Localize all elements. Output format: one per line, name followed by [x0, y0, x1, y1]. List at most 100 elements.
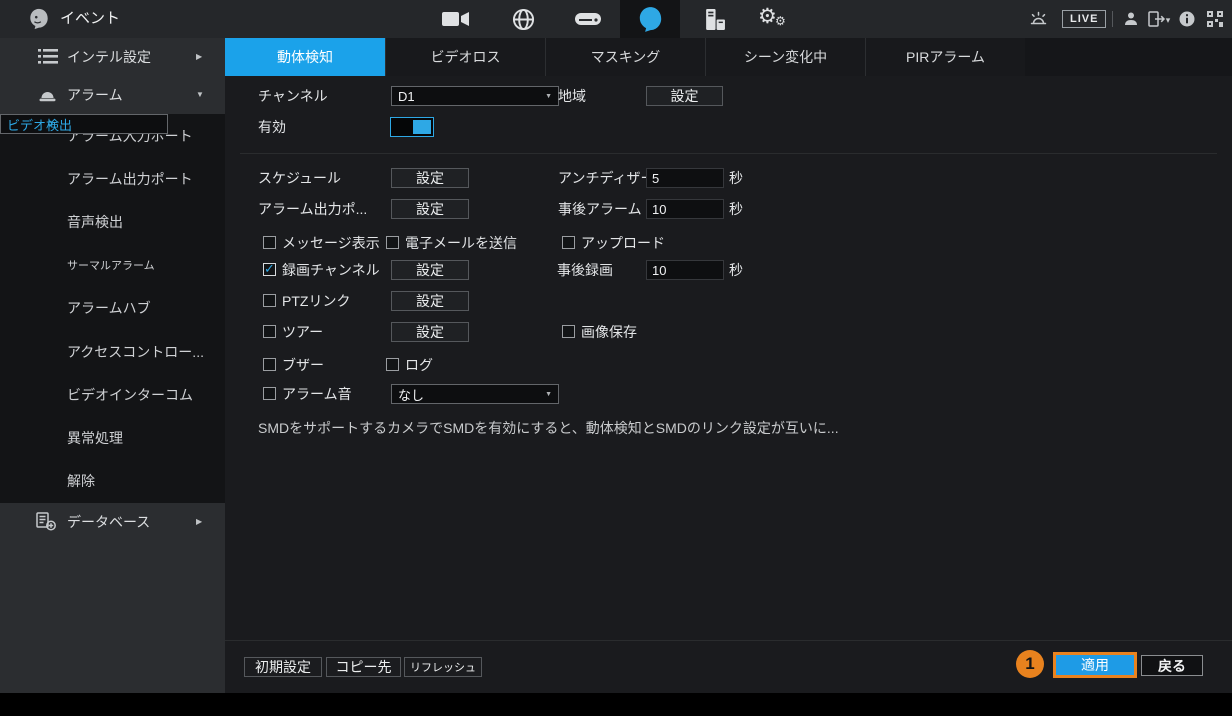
upload-label: アップロード — [581, 233, 665, 253]
alarm-output-setting-button[interactable]: 設定 — [391, 199, 469, 219]
qr-code-icon[interactable] — [1206, 0, 1224, 38]
chevron-right-icon — [196, 38, 202, 76]
chevron-down-icon — [545, 391, 552, 398]
show-message-label: メッセージ表示 — [282, 233, 380, 253]
alarm-output-row: アラーム出力ポ... 設定 事後アラーム 秒 — [225, 199, 1232, 219]
live-badge[interactable]: LIVE — [1062, 10, 1106, 28]
chevron-down-icon — [196, 76, 204, 114]
schedule-setting-button[interactable]: 設定 — [391, 168, 469, 188]
back-button[interactable]: 戻る — [1141, 655, 1203, 676]
region-setting-button[interactable]: 設定 — [646, 86, 723, 106]
logout-caret-icon — [1166, 10, 1171, 28]
sidebar-item-label: アラーム出力ポート — [67, 169, 193, 189]
send-email-checkbox[interactable] — [386, 236, 399, 249]
camera-icon[interactable] — [440, 0, 470, 38]
log-label: ログ — [405, 355, 433, 375]
copy-to-button[interactable]: コピー先 — [326, 657, 401, 677]
section-divider — [240, 153, 1217, 154]
tour-setting-button[interactable]: 設定 — [391, 322, 469, 342]
record-channel-setting-button[interactable]: 設定 — [391, 260, 469, 280]
send-email-label: 電子メールを送信 — [405, 233, 517, 253]
sidebar-item-label: サーマルアラーム — [67, 257, 155, 273]
sidebar-item-database[interactable]: データベース — [0, 503, 225, 541]
alarm-bell-icon — [38, 86, 57, 108]
sidebar-bottom-section: データベース — [0, 503, 225, 693]
tab-masking[interactable]: マスキング — [545, 38, 705, 76]
sidebar-item-audio-detection[interactable]: 音声検出 — [0, 200, 225, 243]
post-alarm-input[interactable] — [646, 199, 724, 219]
record-channel-checkbox[interactable] — [263, 263, 276, 276]
anti-dither-label: アンチディザー — [558, 168, 654, 188]
anti-dither-input[interactable] — [646, 168, 724, 188]
sidebar-item-video-intercom[interactable]: ビデオインターコム — [0, 373, 225, 416]
chevron-right-icon — [196, 503, 202, 541]
ptz-setting-button[interactable]: 設定 — [391, 291, 469, 311]
main-panel: 動体検知 ビデオロス マスキング シーン変化中 PIRアラーム チャンネル D1… — [225, 38, 1232, 693]
enable-toggle[interactable] — [390, 117, 434, 137]
refresh-button[interactable]: リフレッシュ — [404, 657, 482, 677]
event-face-icon[interactable] — [635, 0, 665, 38]
page-title: イベント — [60, 0, 120, 38]
sidebar-item-thermal-alarm[interactable]: サーマルアラーム — [0, 244, 225, 287]
tab-motion-detection[interactable]: 動体検知 — [225, 38, 385, 76]
post-record-input[interactable] — [646, 260, 724, 280]
sidebar-item-alarm[interactable]: アラーム — [0, 76, 225, 114]
save-picture-label: 画像保存 — [581, 322, 637, 342]
sidebar-item-video-detection[interactable]: ビデオ検出 — [0, 114, 168, 134]
ptz-link-label: PTZリンク — [282, 291, 350, 311]
chevron-down-icon — [545, 93, 552, 100]
ptz-link-row: PTZリンク 設定 — [225, 291, 1232, 311]
sidebar-item-label: データベース — [67, 503, 150, 541]
sidebar-item-disarm[interactable]: 解除 — [0, 460, 225, 503]
channel-select[interactable]: D1 — [391, 86, 559, 106]
sidebar-item-alarm-hub[interactable]: アラームハブ — [0, 287, 225, 330]
alarm-submenu: アラーム入力ポート アラーム出力ポート ビデオ検出 音声検出 サーマルアラーム … — [0, 114, 225, 503]
alarm-tone-checkbox[interactable] — [263, 387, 276, 400]
tour-checkbox[interactable] — [263, 325, 276, 338]
sidebar-item-intel-settings[interactable]: インテル設定 — [0, 38, 225, 76]
database-icon — [36, 512, 57, 536]
device-rack-icon[interactable] — [700, 0, 728, 38]
alarm-siren-icon[interactable] — [1028, 0, 1048, 38]
default-button[interactable]: 初期設定 — [244, 657, 322, 677]
channel-select-value: D1 — [398, 89, 415, 104]
info-icon[interactable] — [1178, 0, 1196, 38]
region-label: 地域 — [558, 86, 586, 106]
sidebar-item-label: ビデオ検出 — [7, 115, 72, 134]
sidebar-item-label: 音声検出 — [67, 212, 123, 232]
channel-label: チャンネル — [258, 86, 328, 106]
settings-gears-icon[interactable] — [758, 0, 792, 38]
alarm-tone-select-value: なし — [398, 385, 424, 404]
top-bar: イベント LIVE — [0, 0, 1232, 38]
sidebar-item-abnormality[interactable]: 異常処理 — [0, 417, 225, 460]
user-icon[interactable] — [1122, 0, 1140, 38]
log-checkbox[interactable] — [386, 358, 399, 371]
selected-chevron-icon — [48, 115, 53, 131]
sidebar-item-access-control[interactable]: アクセスコントロー... — [0, 330, 225, 373]
sidebar-top-section: インテル設定 アラーム — [0, 38, 225, 114]
tour-row: ツアー 設定 画像保存 — [225, 322, 1232, 342]
network-globe-icon[interactable] — [510, 0, 536, 38]
seconds-unit-label: 秒 — [729, 260, 743, 280]
seconds-unit-label: 秒 — [729, 168, 743, 188]
apply-button[interactable]: 適用 — [1053, 652, 1137, 678]
show-message-checkbox[interactable] — [263, 236, 276, 249]
buzzer-checkbox[interactable] — [263, 358, 276, 371]
record-channel-label: 録画チャンネル — [282, 260, 380, 280]
ptz-link-checkbox[interactable] — [263, 294, 276, 307]
tab-scene-change[interactable]: シーン変化中 — [705, 38, 865, 76]
logout-icon[interactable] — [1146, 0, 1172, 38]
save-picture-checkbox[interactable] — [562, 325, 575, 338]
sidebar-item-alarm-out-port[interactable]: アラーム出力ポート — [0, 157, 225, 200]
notify-options-row: メッセージ表示 電子メールを送信 アップロード — [225, 233, 1232, 253]
alarm-tone-select[interactable]: なし — [391, 384, 559, 404]
smd-note: SMDをサポートするカメラでSMDを有効にすると、動体検知とSMDのリンク設定が… — [258, 418, 839, 438]
upload-checkbox[interactable] — [562, 236, 575, 249]
tab-video-loss[interactable]: ビデオロス — [385, 38, 545, 76]
face-logo-icon — [26, 0, 52, 38]
tab-pir-alarm[interactable]: PIRアラーム — [865, 38, 1025, 76]
sidebar-item-label: インテル設定 — [67, 38, 151, 76]
buzzer-row: ブザー ログ — [225, 355, 1232, 375]
storage-disk-icon[interactable] — [574, 0, 602, 38]
bottom-black-strip — [0, 693, 1232, 716]
